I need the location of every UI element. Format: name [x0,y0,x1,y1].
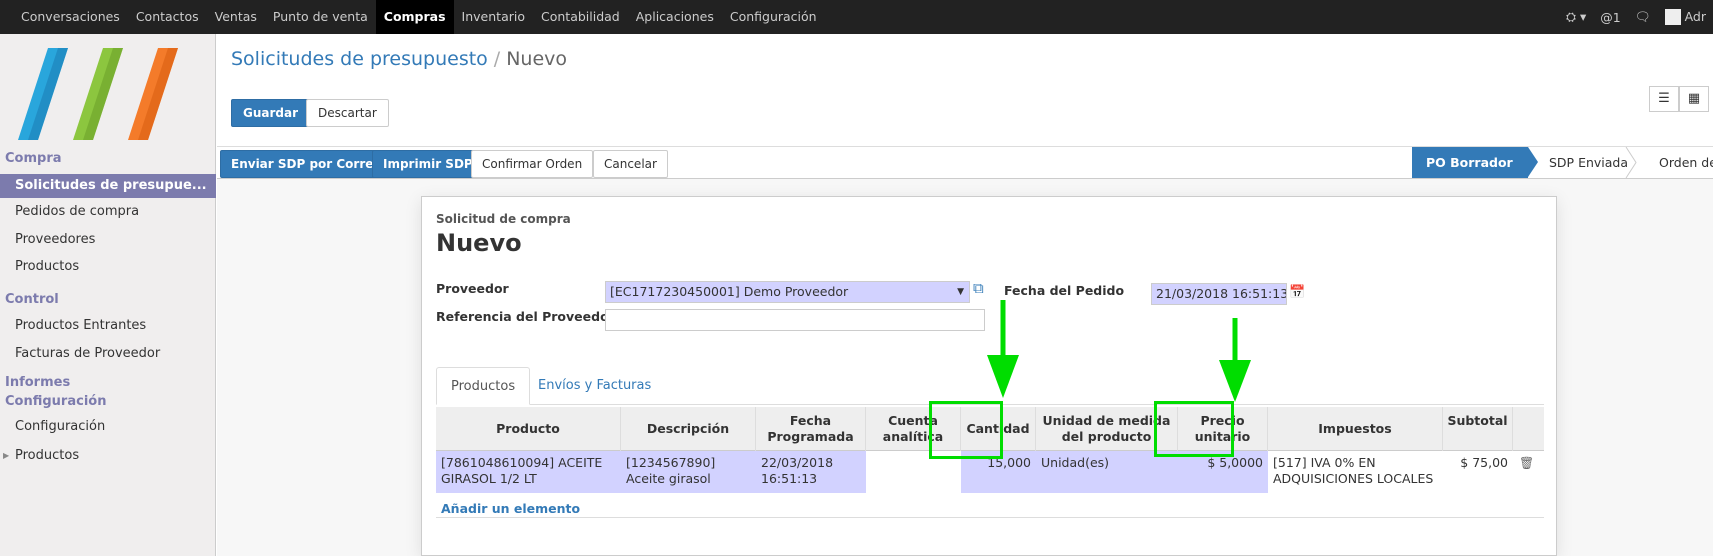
avatar [1664,9,1681,26]
col-subtotal[interactable]: Subtotal [1443,407,1513,451]
col-unidad-line2: del producto [1061,429,1152,444]
chat-icon[interactable]: 🗨 [1628,9,1658,25]
highlight-precio [1154,401,1234,457]
sidebar-item-productos-entrantes[interactable]: Productos Entrantes [0,314,216,338]
menu-configuracion[interactable]: Configuración [722,0,825,34]
sidebar-item-label: Productos [15,448,80,463]
stage-po-borrador[interactable]: PO Borrador [1412,147,1538,178]
tab-envios-facturas[interactable]: Envíos y Facturas [524,367,665,405]
sidebar-item-configuracion[interactable]: Configuración [0,415,216,439]
send-rfq-email-button[interactable]: Enviar SDP por Correo [220,150,393,178]
confirm-order-button[interactable]: Confirmar Orden [471,150,594,178]
col-unidad-line1: Unidad de medida [1042,413,1171,428]
menu-aplicaciones[interactable]: Aplicaciones [628,0,722,34]
calendar-icon[interactable]: 📅 [1289,285,1305,300]
arrow-down-icon-precio [1219,318,1251,402]
top-menu-bar: Conversaciones Contactos Ventas Punto de… [0,0,1713,34]
status-bar: Enviar SDP por Correo Imprimir SDP Confi… [217,146,1713,179]
supplier-select[interactable]: [EC1717230450001] Demo Proveedor ▼ [605,281,970,303]
user-menu[interactable]: Adr [1658,9,1713,26]
menu-inventario[interactable]: Inventario [454,0,533,34]
col-descripcion[interactable]: Descripción [621,407,756,451]
sidebar-section-control: Control [5,292,59,307]
control-panel: Solicitudes de presupuesto / Nuevo Guardar… [217,34,1713,146]
cell-descripcion[interactable]: [1234567890] Aceite girasol [621,451,756,493]
sidebar-item-proveedores[interactable]: Proveedores [0,228,216,252]
menu-punto-de-venta[interactable]: Punto de venta [265,0,376,34]
col-fecha-line2: Programada [767,429,854,444]
stage-separator-icon [1625,147,1637,178]
menu-compras[interactable]: Compras [375,0,454,34]
debug-bug-icon[interactable]: ⛭ ▾ [1559,9,1593,25]
breadcrumb-current: Nuevo [506,48,568,70]
kanban-view-icon[interactable]: ▦ [1679,86,1709,112]
sidebar: Compra Solicitudes de presupue... Pedido… [0,34,216,556]
sidebar-section-compra: Compra [5,151,62,166]
order-date-label: Fecha del Pedido [1004,283,1125,298]
menu-ventas[interactable]: Ventas [207,0,265,34]
cell-unidad[interactable]: Unidad(es) [1036,451,1178,493]
col-fecha-programada[interactable]: Fecha Programada [756,407,866,451]
menu-contabilidad[interactable]: Contabilidad [533,0,628,34]
form-subtitle: Solicitud de compra [436,212,571,226]
highlight-cantidad [929,401,1003,459]
col-fecha-line1: Fecha [789,413,832,428]
supplier-ref-label: Referencia del Proveedor [436,309,615,324]
col-impuestos[interactable]: Impuestos [1268,407,1443,451]
mentions-count: 1 [1612,9,1621,25]
company-logo [18,48,178,140]
breadcrumb-parent[interactable]: Solicitudes de presupuesto [231,48,488,70]
print-rfq-button[interactable]: Imprimir SDP [372,150,484,178]
breadcrumb-separator: / [493,48,501,70]
col-producto[interactable]: Producto [436,407,621,451]
form-title: Nuevo [436,229,522,257]
caret-right-icon: ▶ [3,451,10,460]
sidebar-item-facturas-proveedor[interactable]: Facturas de Proveedor [0,342,216,366]
sidebar-section-configuracion: Configuración [5,394,107,409]
trash-icon[interactable]: 🗑 [1519,456,1534,470]
cell-subtotal: $ 75,00 [1460,455,1508,470]
stage-orden-de-compra[interactable]: Orden de c [1645,147,1713,178]
supplier-ref-input[interactable] [605,309,985,331]
add-line-link[interactable]: Añadir un elemento [441,501,580,516]
cell-producto[interactable]: [7861048610094] ACEITE GIRASOL 1/2 LT [436,451,621,493]
sidebar-item-pedidos[interactable]: Pedidos de compra [0,200,216,224]
mentions[interactable]: @1 [1593,10,1627,25]
supplier-label: Proveedor [436,281,509,296]
supplier-value: [EC1717230450001] Demo Proveedor [610,284,849,299]
sidebar-item-productos[interactable]: Productos [0,255,216,279]
menu-conversaciones[interactable]: Conversaciones [13,0,128,34]
order-date-input[interactable]: 21/03/2018 16:51:13 [1151,283,1287,305]
list-view-icon[interactable]: ☰ [1649,86,1679,112]
arrow-down-icon-cantidad [987,300,1019,398]
table-footer-divider [436,517,1544,518]
cancel-button[interactable]: Cancelar [593,150,668,178]
tab-productos[interactable]: Productos [436,367,531,405]
save-button[interactable]: Guardar [231,99,311,127]
discard-button[interactable]: Descartar [306,99,389,127]
menu-contactos[interactable]: Contactos [128,0,207,34]
main-content: Solicitudes de presupuesto / Nuevo Guardar… [217,34,1713,556]
sidebar-section-informes: Informes [5,375,71,390]
chevron-down-icon: ▼ [957,287,964,297]
breadcrumb: Solicitudes de presupuesto / Nuevo [231,48,567,70]
external-link-icon[interactable]: ⧉ [973,279,984,297]
cell-impuestos[interactable]: [517] IVA 0% EN ADQUISICIONES LOCALES [1268,451,1443,493]
cell-fecha[interactable]: 22/03/2018 16:51:13 [756,451,866,493]
col-actions [1513,407,1544,451]
sidebar-item-config-productos[interactable]: ▶ Productos [0,444,216,468]
sidebar-item-solicitudes[interactable]: Solicitudes de presupue... [0,174,216,198]
user-name: Adr [1684,8,1706,24]
cell-precio[interactable]: $ 5,0000 [1178,451,1268,493]
